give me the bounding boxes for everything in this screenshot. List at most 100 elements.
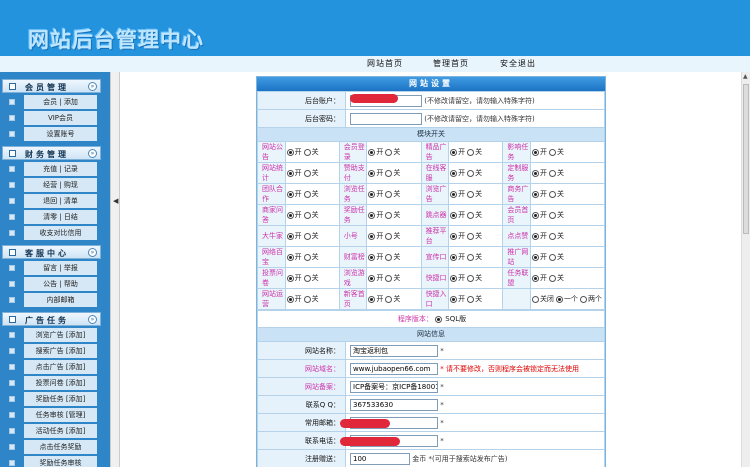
off-radio[interactable] [467,211,475,219]
sidebar-splitter[interactable]: ◀ [110,72,120,467]
on-radio[interactable] [286,274,294,282]
off-radio[interactable] [303,295,311,303]
off-radio[interactable] [385,211,393,219]
off-radio[interactable] [303,169,311,177]
collapse-toggle-icon[interactable]: » [88,315,97,324]
close-radio[interactable] [531,295,539,303]
off-radio[interactable] [467,148,475,156]
on-radio[interactable] [368,190,376,198]
nav-logout[interactable]: 安全退出 [500,58,536,69]
sidebar-item-label[interactable]: 点击广告 [添加] [24,360,97,374]
sidebar-group-header[interactable]: 财务管理 » [2,146,101,160]
sidebar-item-label[interactable]: 充值 | 记录 [24,162,97,176]
off-radio[interactable] [303,253,311,261]
on-radio[interactable] [286,232,294,240]
off-radio[interactable] [467,295,475,303]
off-radio[interactable] [548,253,556,261]
sidebar-item[interactable]: 设置账号 [2,127,101,141]
sidebar-item[interactable]: 搜索广告 [添加] [2,344,101,358]
on-radio[interactable] [450,274,458,282]
on-radio[interactable] [286,253,294,261]
off-radio[interactable] [548,169,556,177]
off-radio[interactable] [303,232,311,240]
sidebar-item-label[interactable]: 退回 | 清单 [24,194,97,208]
two-radio[interactable] [579,295,587,303]
on-radio[interactable] [450,295,458,303]
sidebar-item[interactable]: 留言 | 举报 [2,261,101,275]
off-radio[interactable] [548,211,556,219]
on-radio[interactable] [531,211,539,219]
on-radio[interactable] [286,169,294,177]
sidebar-item-label[interactable]: 公告 | 帮助 [24,277,97,291]
on-radio[interactable] [286,148,294,156]
sidebar-item[interactable]: 投票问卷 [添加] [2,376,101,390]
on-radio[interactable] [450,232,458,240]
collapse-toggle-icon[interactable]: » [88,149,97,158]
sidebar-item[interactable]: 奖励任务审核 [2,456,101,467]
sidebar-item-label[interactable]: 点击任务奖励 [24,440,97,454]
on-radio[interactable] [450,190,458,198]
collapse-toggle-icon[interactable]: » [88,82,97,91]
sidebar-item[interactable]: VIP会员 [2,111,101,125]
off-radio[interactable] [467,253,475,261]
on-radio[interactable] [368,169,376,177]
on-radio[interactable] [286,211,294,219]
off-radio[interactable] [385,190,393,198]
one-radio[interactable] [555,295,563,303]
sidebar-item[interactable]: 点击任务奖励 [2,440,101,454]
collapse-arrow-icon[interactable]: ◀ [113,197,118,205]
on-radio[interactable] [531,148,539,156]
sidebar-item[interactable]: 清零 | 日结 [2,210,101,224]
on-radio[interactable] [531,232,539,240]
on-radio[interactable] [286,295,294,303]
off-radio[interactable] [467,232,475,240]
on-radio[interactable] [531,190,539,198]
off-radio[interactable] [385,295,393,303]
off-radio[interactable] [385,253,393,261]
sidebar-item[interactable]: 经营 | 购现 [2,178,101,192]
sidebar-item[interactable]: 任务审核 [管理] [2,408,101,422]
main-scrollbar[interactable]: ▲ [741,72,750,467]
sidebar-item[interactable]: 奖励任务 [添加] [2,392,101,406]
off-radio[interactable] [548,274,556,282]
sidebar-item-label[interactable]: 奖励任务 [添加] [24,392,97,406]
sidebar-item-label[interactable]: 清零 | 日结 [24,210,97,224]
version-radio[interactable] [435,315,443,323]
sidebar-item-label[interactable]: 留言 | 举报 [24,261,97,275]
on-radio[interactable] [368,295,376,303]
collapse-toggle-icon[interactable]: » [88,248,97,257]
on-radio[interactable] [450,211,458,219]
on-radio[interactable] [531,274,539,282]
sidebar-item-label[interactable]: 浏览广告 [添加] [24,328,97,342]
sidebar-item-label[interactable]: 搜索广告 [添加] [24,344,97,358]
sidebar-item[interactable]: 会员 | 添加 [2,95,101,109]
on-radio[interactable] [368,274,376,282]
sidebar-item[interactable]: 充值 | 记录 [2,162,101,176]
sidebar-item-label[interactable]: 活动任务 [添加] [24,424,97,438]
scroll-up-icon[interactable]: ▲ [743,73,748,80]
off-radio[interactable] [303,148,311,156]
off-radio[interactable] [385,148,393,156]
sidebar-item[interactable]: 退回 | 清单 [2,194,101,208]
sidebar-item[interactable]: 浏览广告 [添加] [2,328,101,342]
off-radio[interactable] [303,190,311,198]
off-radio[interactable] [385,232,393,240]
off-radio[interactable] [303,211,311,219]
sidebar-item-label[interactable]: 设置账号 [24,127,97,141]
sidebar-item-label[interactable]: VIP会员 [24,111,97,125]
scroll-thumb[interactable] [743,84,749,234]
off-radio[interactable] [467,190,475,198]
on-radio[interactable] [450,169,458,177]
on-radio[interactable] [286,190,294,198]
sidebar-item[interactable]: 收支对比信用 [2,226,101,240]
sidebar-item-label[interactable]: 奖励任务审核 [24,456,97,467]
off-radio[interactable] [385,169,393,177]
sidebar-item-label[interactable]: 任务审核 [管理] [24,408,97,422]
sidebar-item[interactable]: 点击广告 [添加] [2,360,101,374]
sidebar-item[interactable]: 公告 | 帮助 [2,277,101,291]
sidebar-item-label[interactable]: 收支对比信用 [24,226,97,240]
off-radio[interactable] [467,274,475,282]
info-input[interactable] [350,398,438,411]
nav-admin-home[interactable]: 管理首页 [433,58,469,69]
on-radio[interactable] [450,148,458,156]
